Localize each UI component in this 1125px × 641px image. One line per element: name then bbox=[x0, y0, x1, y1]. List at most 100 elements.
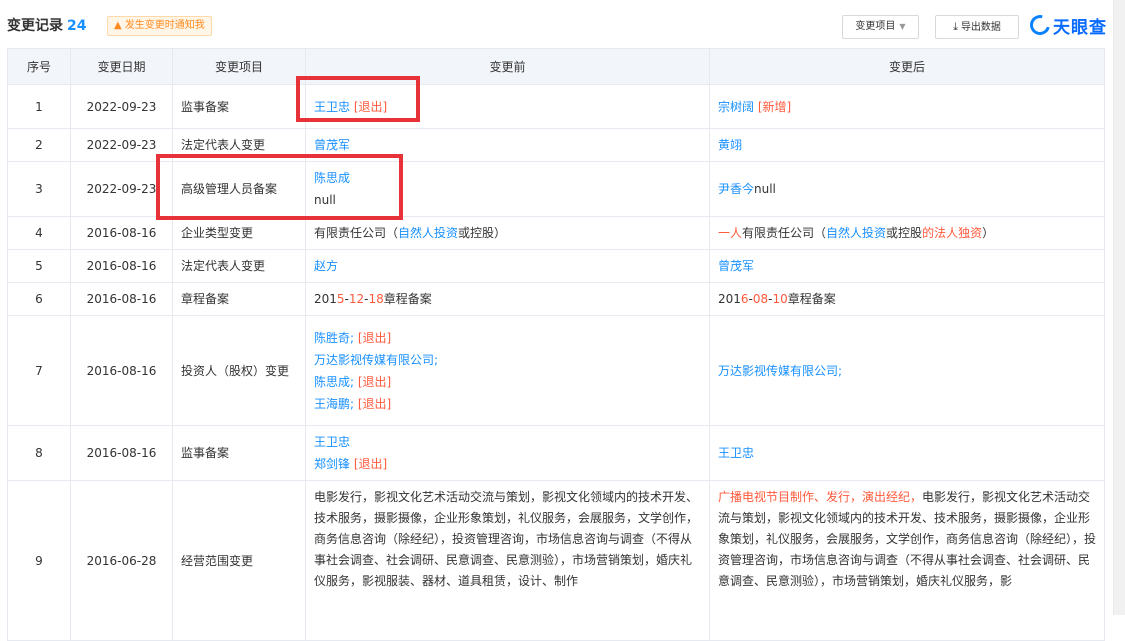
cell-date: 2022-09-23 bbox=[70, 128, 173, 162]
cell-num: 8 bbox=[7, 425, 71, 481]
entity-link[interactable]: ; bbox=[350, 331, 358, 345]
cell-item: 企业类型变更 bbox=[172, 216, 306, 250]
cell-line: 王卫忠 [退出] bbox=[314, 96, 701, 118]
cell-before: 陈胜奇; [退出] 万达影视传媒有限公司; 陈思成; [退出] 王海鹏; [退出] bbox=[305, 315, 710, 426]
cell-num: 6 bbox=[7, 282, 71, 316]
cell-line: 一人有限责任公司（自然人投资或控股的法人独资） bbox=[718, 222, 1096, 244]
cell-text: 电影发行，影视文化艺术活动交流与策划，影视文化领域内的技术开发、技术服务，摄影摄… bbox=[314, 490, 699, 588]
cell-item: 监事备案 bbox=[172, 84, 306, 129]
entity-link[interactable]: 陈思成 bbox=[314, 171, 350, 185]
entity-link[interactable]: 宗树阔 bbox=[718, 100, 754, 114]
change-mark: 18 bbox=[368, 292, 384, 306]
page-scrollbar[interactable] bbox=[1113, 0, 1125, 615]
section-header: 变更记录 24 ▲ 发生变更时通知我 变更项目 ▼ ⤓ 导出数据 天眼查 bbox=[0, 0, 1113, 48]
cell-date: 2016-08-16 bbox=[70, 315, 173, 426]
table-row: 1 2022-09-23 监事备案 王卫忠 [退出] 宗树阔 [新增] bbox=[7, 84, 1105, 129]
entity-link[interactable]: 王卫忠 bbox=[718, 446, 754, 460]
cell-line: 万达影视传媒有限公司; bbox=[718, 360, 1096, 382]
cell-item: 监事备案 bbox=[172, 425, 306, 481]
cell-line: 王卫忠 bbox=[314, 431, 701, 453]
entity-link[interactable]: 郑剑锋 bbox=[314, 457, 350, 471]
entity-link[interactable]: 尹香今 bbox=[718, 182, 754, 196]
cell-num: 1 bbox=[7, 84, 71, 129]
table-row: 2 2022-09-23 法定代表人变更 曾茂军 黄翊 bbox=[7, 128, 1105, 162]
cell-line: 陈思成 bbox=[314, 167, 701, 189]
cell-line: 曾茂军 bbox=[718, 255, 1096, 277]
change-mark: 广播电视节目制作、发行，演出经纪， bbox=[718, 490, 923, 504]
cell-before: 王卫忠 [退出] bbox=[305, 84, 710, 129]
cell-before: 有限责任公司（自然人投资或控股） bbox=[305, 216, 710, 250]
title-label: 变更记录 bbox=[7, 18, 63, 34]
entity-link[interactable]: ; bbox=[350, 397, 358, 411]
cell-item: 高级管理人员备案 bbox=[172, 161, 306, 217]
cell-line: 有限责任公司（自然人投资或控股） bbox=[314, 222, 701, 244]
cell-num: 7 bbox=[7, 315, 71, 426]
entity-link[interactable]: 陈思成 bbox=[314, 375, 350, 389]
export-data-button[interactable]: ⤓ 导出数据 bbox=[935, 15, 1019, 39]
table-row: 8 2016-08-16 监事备案 王卫忠 郑剑锋 [退出] 王卫忠 bbox=[7, 425, 1105, 481]
logo-mark-icon bbox=[1026, 11, 1054, 39]
cell-text: null bbox=[314, 193, 336, 207]
notify-label: 发生变更时通知我 bbox=[124, 20, 205, 31]
cell-item: 章程备案 bbox=[172, 282, 306, 316]
change-mark: [退出] bbox=[357, 330, 392, 345]
download-icon: ⤓ bbox=[953, 20, 958, 33]
cell-text: 201 bbox=[314, 292, 337, 306]
select-label: 变更项目 bbox=[855, 21, 896, 32]
table-body: 1 2022-09-23 监事备案 王卫忠 [退出] 宗树阔 [新增] 2 2022-09-… bbox=[7, 84, 1105, 641]
entity-link[interactable]: 曾茂军 bbox=[718, 259, 754, 273]
cell-date: 2016-08-16 bbox=[70, 425, 173, 481]
cell-date: 2022-09-23 bbox=[70, 84, 173, 129]
cell-after: 万达影视传媒有限公司; bbox=[709, 315, 1105, 426]
col-header-date[interactable]: 变更日期 bbox=[70, 48, 173, 85]
entity-link[interactable]: 王海鹏 bbox=[314, 397, 350, 411]
col-header-num[interactable]: 序号 bbox=[7, 48, 71, 85]
col-header-after[interactable]: 变更后 bbox=[709, 48, 1105, 85]
entity-link[interactable]: 黄翊 bbox=[718, 138, 742, 152]
entity-link[interactable]: 自然人投资 bbox=[826, 226, 886, 240]
cell-line: 王卫忠 bbox=[718, 442, 1096, 464]
logo-text: 天眼查 bbox=[1053, 17, 1107, 38]
cell-text: 或控股） bbox=[458, 226, 507, 240]
cell-after: 尹香今null bbox=[709, 161, 1105, 217]
cell-line: 王海鹏; [退出] bbox=[314, 393, 701, 415]
cell-num: 2 bbox=[7, 128, 71, 162]
cell-before: 赵方 bbox=[305, 249, 710, 283]
table-row: 5 2016-08-16 法定代表人变更 赵方 曾茂军 bbox=[7, 249, 1105, 283]
section-title: 变更记录 24 bbox=[7, 15, 86, 35]
cell-text: ） bbox=[982, 226, 995, 240]
col-header-item[interactable]: 变更项目 bbox=[172, 48, 306, 85]
cell-line: 陈思成; [退出] bbox=[314, 371, 701, 393]
table-row: 6 2016-08-16 章程备案 2015-12-18章程备案 2016-08-10章… bbox=[7, 282, 1105, 316]
cell-after: 曾茂军 bbox=[709, 249, 1105, 283]
cell-line: 黄翊 bbox=[718, 134, 1096, 156]
entity-link[interactable]: 王卫忠 bbox=[314, 435, 350, 449]
cell-line: 2016-08-10章程备案 bbox=[718, 288, 1096, 310]
cell-date: 2016-08-16 bbox=[70, 216, 173, 250]
table-header-row: 序号 变更日期 变更项目 变更前 变更后 bbox=[7, 48, 1105, 85]
entity-link[interactable]: 万达影视传媒有限公司; bbox=[314, 353, 438, 367]
change-record-table-wrap: 序号 变更日期 变更项目 变更前 变更后 1 2022-09-23 监事备案 王卫忠 … bbox=[7, 48, 1105, 641]
notify-button[interactable]: ▲ 发生变更时通知我 bbox=[107, 16, 212, 36]
cell-text: 电影发行，影视文化艺术活动交流与策划，影视文化领域内的技术开发、技术服务，摄影摄… bbox=[718, 490, 1097, 588]
cell-before: 2015-12-18章程备案 bbox=[305, 282, 710, 316]
cell-after: 广播电视节目制作、发行，演出经纪，电影发行，影视文化艺术活动交流与策划，影视文化… bbox=[709, 480, 1105, 641]
cell-text: 201 bbox=[718, 292, 741, 306]
table-row: 9 2016-06-28 经营范围变更 电影发行，影视文化艺术活动交流与策划，影视文化… bbox=[7, 480, 1105, 641]
entity-link[interactable]: 赵方 bbox=[314, 259, 338, 273]
export-label: 导出数据 bbox=[960, 22, 1001, 33]
change-item-select[interactable]: 变更项目 ▼ bbox=[842, 15, 919, 39]
entity-link[interactable]: ; bbox=[350, 375, 358, 389]
cell-line: 万达影视传媒有限公司; bbox=[314, 349, 701, 371]
entity-link[interactable]: 曾茂军 bbox=[314, 138, 350, 152]
entity-link[interactable]: 王卫忠 bbox=[314, 100, 350, 114]
col-header-before[interactable]: 变更前 bbox=[305, 48, 710, 85]
entity-link[interactable]: 万达影视传媒有限公司; bbox=[718, 364, 842, 378]
cell-line: null bbox=[314, 189, 701, 211]
change-mark: 的法人独资 bbox=[922, 226, 983, 240]
entity-link[interactable]: 陈胜奇 bbox=[314, 331, 350, 345]
change-mark: [退出] bbox=[350, 99, 388, 114]
bell-icon: ▲ bbox=[114, 20, 122, 31]
entity-link[interactable]: 自然人投资 bbox=[398, 226, 458, 240]
cell-after: 一人有限责任公司（自然人投资或控股的法人独资） bbox=[709, 216, 1105, 250]
